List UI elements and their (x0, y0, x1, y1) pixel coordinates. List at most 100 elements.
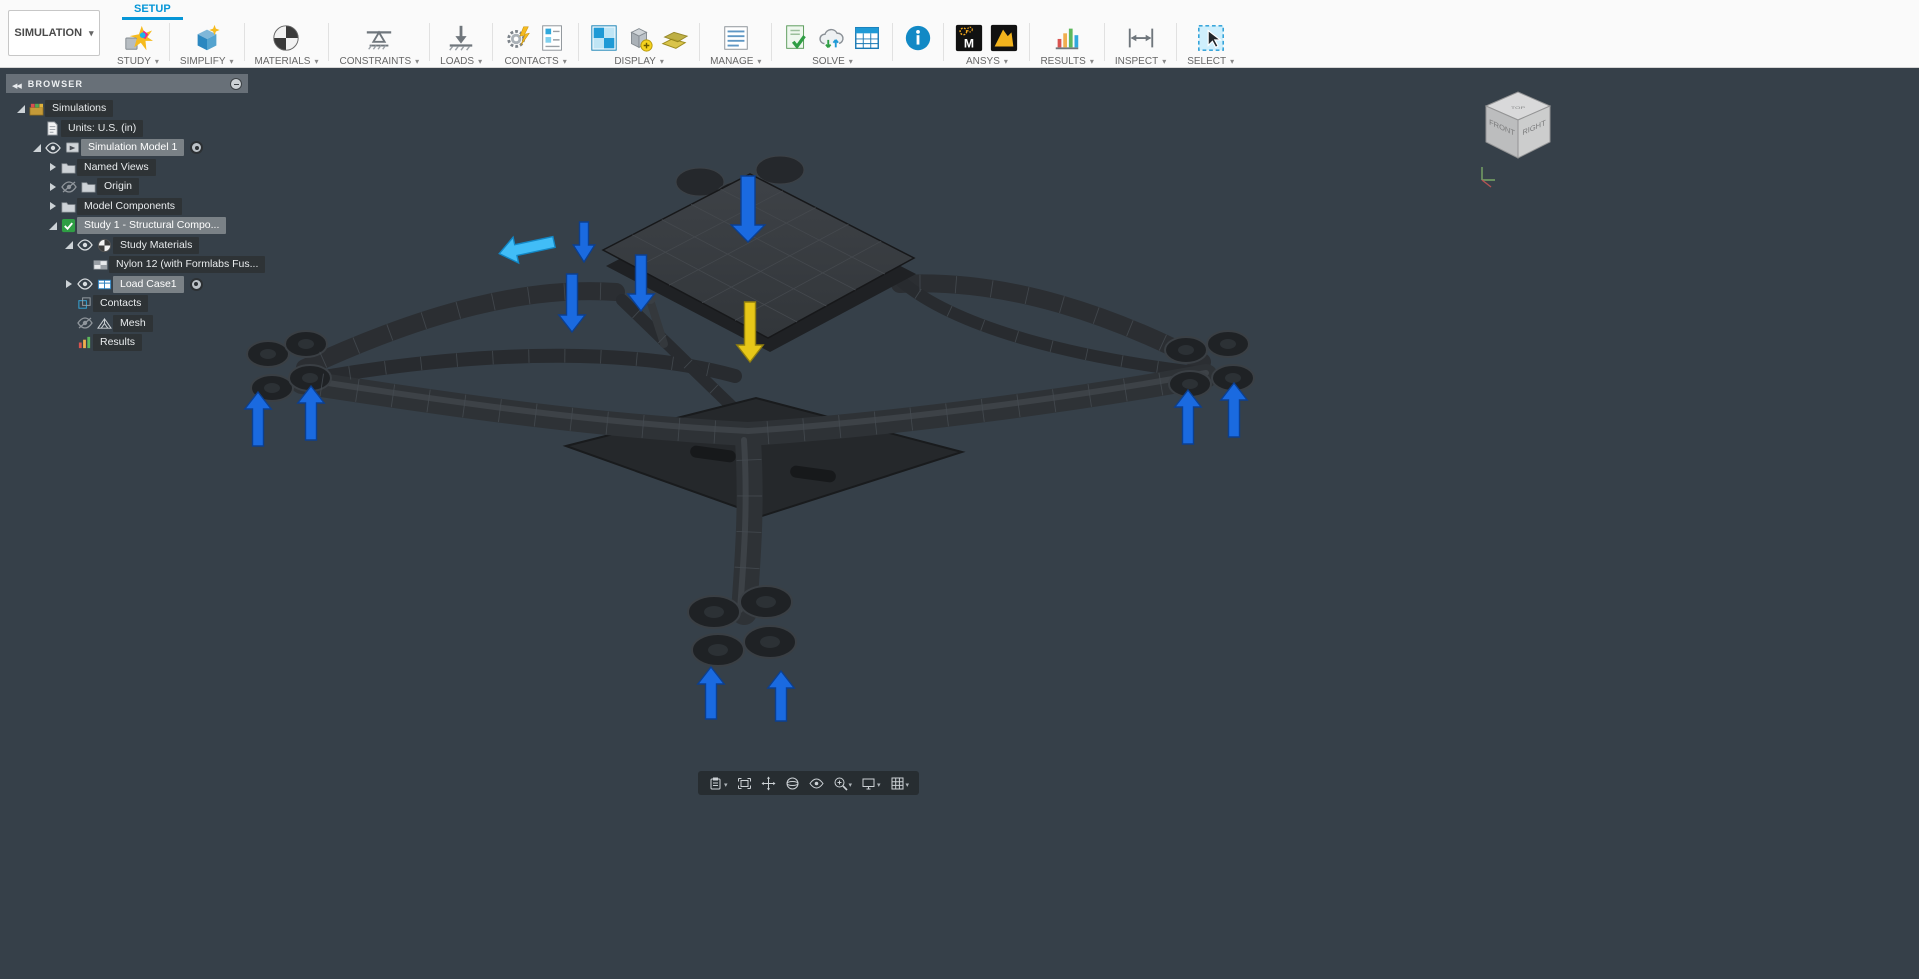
toolbar-group-simplify[interactable]: SIMPLIFY (171, 20, 243, 67)
tab-setup[interactable]: SETUP (122, 0, 183, 20)
toolbar-group-label[interactable]: SELECT (1187, 56, 1234, 67)
blue-down-arrow (729, 175, 767, 243)
browser-item-study-1-structural-compo[interactable]: Study 1 - Structural Compo... (6, 216, 248, 236)
visibility-toggle[interactable] (75, 317, 95, 329)
nav-zoom-window-button[interactable] (830, 772, 856, 794)
workspace-switcher[interactable]: SIMULATION (8, 10, 100, 56)
browser-item-label[interactable]: Contacts (93, 295, 149, 313)
expand-toggle-open-icon[interactable] (62, 241, 75, 250)
toolbar-group-icons[interactable] (503, 20, 568, 56)
browser-item-results[interactable]: Results (6, 333, 248, 353)
browser-item-study-materials[interactable]: Study Materials (6, 236, 248, 256)
toolbar-group-label[interactable]: CONTACTS (504, 56, 566, 67)
toolbar-group-label[interactable]: MANAGE (710, 56, 761, 67)
browser-item-model-components[interactable]: Model Components (6, 197, 248, 217)
toolbar-group-icons[interactable] (1052, 20, 1082, 56)
visibility-toggle[interactable] (59, 181, 79, 193)
toolbar-group-solve[interactable]: SOLVE (773, 20, 891, 67)
browser-item-label[interactable]: Results (93, 334, 143, 352)
browser-item-label[interactable]: Simulations (45, 100, 114, 118)
visibility-toggle[interactable] (43, 142, 63, 154)
browser-item-units-u-s-in[interactable]: Units: U.S. (in) (6, 119, 248, 139)
toolbar-group-icons[interactable] (782, 20, 882, 56)
toolbar-group-label[interactable]: MATERIALS (255, 56, 319, 67)
visibility-toggle[interactable] (75, 239, 95, 251)
toolbar-group-contacts[interactable]: CONTACTS (494, 20, 577, 67)
browser-item-named-views[interactable]: Named Views (6, 158, 248, 178)
toolbar-group-loads[interactable]: LOADS (431, 20, 491, 67)
toolbar-group-label[interactable]: DISPLAY (614, 56, 664, 67)
toolbar-group-icons[interactable] (1126, 20, 1156, 56)
collapse-panel-icon[interactable] (12, 75, 21, 93)
toolbar-group-label[interactable]: SOLVE (812, 56, 853, 67)
browser-item-mesh[interactable]: Mesh (6, 314, 248, 334)
browser-item-contacts[interactable]: Contacts (6, 294, 248, 314)
toolbar-group-icons[interactable] (589, 20, 689, 56)
browser-item-label[interactable]: Study Materials (113, 236, 200, 254)
expand-toggle-open-icon[interactable] (46, 221, 59, 230)
toolbar-group-constraints[interactable]: CONSTRAINTS (330, 20, 428, 67)
toolbar-group-label[interactable]: CONSTRAINTS (339, 56, 419, 67)
nav-pan-button[interactable] (758, 774, 779, 793)
browser-item-label[interactable]: Study 1 - Structural Compo... (77, 217, 227, 235)
toolbar-group-results[interactable]: RESULTS (1031, 20, 1102, 67)
nav-display-settings-button[interactable] (858, 772, 884, 794)
toolbar-group-ansys[interactable]: M ANSYS (945, 20, 1028, 67)
blue-up-arrow (296, 384, 326, 441)
toolbar-group-display[interactable]: DISPLAY (580, 20, 698, 67)
nav-clipboard-button[interactable] (705, 772, 731, 794)
toolbar-group-icons[interactable]: M (954, 20, 1019, 56)
browser-item-label[interactable]: Model Components (77, 197, 183, 215)
toolbar-group-inspect[interactable]: INSPECT (1106, 20, 1175, 67)
browser-header[interactable]: BROWSER (6, 74, 248, 93)
job-status-icon (855, 26, 880, 50)
browser-item-simulations[interactable]: Simulations (6, 99, 248, 119)
expand-toggle-closed-icon[interactable] (62, 280, 75, 289)
nav-look-at-button[interactable] (806, 774, 827, 793)
browser-item-label[interactable]: Load Case1 (113, 275, 184, 293)
expand-toggle-open-icon[interactable] (14, 104, 27, 113)
browser-item-label[interactable]: Named Views (77, 158, 156, 176)
activate-radio[interactable] (189, 277, 203, 291)
browser-item-label[interactable]: Mesh (113, 314, 153, 332)
browser-item-simulation-model-1[interactable]: Simulation Model 1 (6, 138, 248, 158)
toolbar-group-label[interactable]: LOADS (440, 56, 482, 67)
toolbar-group-icons[interactable] (721, 20, 751, 56)
toolbar-group-icons[interactable] (1196, 20, 1226, 56)
activate-radio[interactable] (190, 141, 204, 155)
minimize-browser-icon[interactable] (230, 77, 242, 90)
toolbar-group-icons[interactable] (192, 20, 222, 56)
expand-toggle-closed-icon[interactable] (46, 202, 59, 211)
browser-item-label[interactable]: Units: U.S. (in) (61, 119, 144, 137)
expand-toggle-closed-icon[interactable] (46, 163, 59, 172)
toolbar-group-icons[interactable] (123, 20, 153, 56)
toolbar-group-materials[interactable]: MATERIALS (246, 20, 328, 67)
nav-orbit-button[interactable] (782, 774, 803, 793)
toolbar-group-select[interactable]: SELECT (1178, 20, 1243, 67)
expand-toggle-closed-icon[interactable] (46, 182, 59, 191)
browser-item-label[interactable]: Nylon 12 (with Formlabs Fus... (109, 256, 266, 274)
toolbar-group-label[interactable]: ANSYS (966, 56, 1008, 67)
nav-grid-and-snaps-button[interactable] (887, 772, 913, 794)
nav-fit-button[interactable] (734, 774, 755, 793)
browser-item-origin[interactable]: Origin (6, 177, 248, 197)
toolbar-group-icons[interactable] (271, 20, 301, 56)
browser-item-label[interactable]: Origin (97, 178, 140, 196)
visibility-toggle[interactable] (75, 278, 95, 290)
model-viewport[interactable]: BROWSER SimulationsUnits: U.S. (in) Simul… (0, 68, 1919, 979)
browser-item-nylon-12-with-formlabs-fus[interactable]: Nylon 12 (with Formlabs Fus... (6, 255, 266, 275)
toolbar-group-icons[interactable] (446, 20, 476, 56)
expand-toggle-open-icon[interactable] (30, 143, 43, 152)
toolbar-group-label[interactable]: INSPECT (1115, 56, 1166, 67)
toolbar-group-label[interactable]: STUDY (117, 56, 159, 67)
toolbar-group-label[interactable]: SIMPLIFY (180, 56, 234, 67)
toolbar-group-manage[interactable]: MANAGE (701, 20, 770, 67)
view-cube[interactable]: TOP FRONT RIGHT (1476, 84, 1564, 196)
toolbar-group-label[interactable]: RESULTS (1040, 56, 1093, 67)
browser-item-label[interactable]: Simulation Model 1 (81, 139, 185, 157)
toolbar-group-info[interactable] (894, 20, 942, 56)
browser-item-load-case1[interactable]: Load Case1 (6, 275, 248, 295)
toolbar-group-study[interactable]: STUDY (108, 20, 168, 67)
toolbar-group-icons[interactable] (903, 20, 933, 56)
toolbar-group-icons[interactable] (364, 20, 394, 56)
